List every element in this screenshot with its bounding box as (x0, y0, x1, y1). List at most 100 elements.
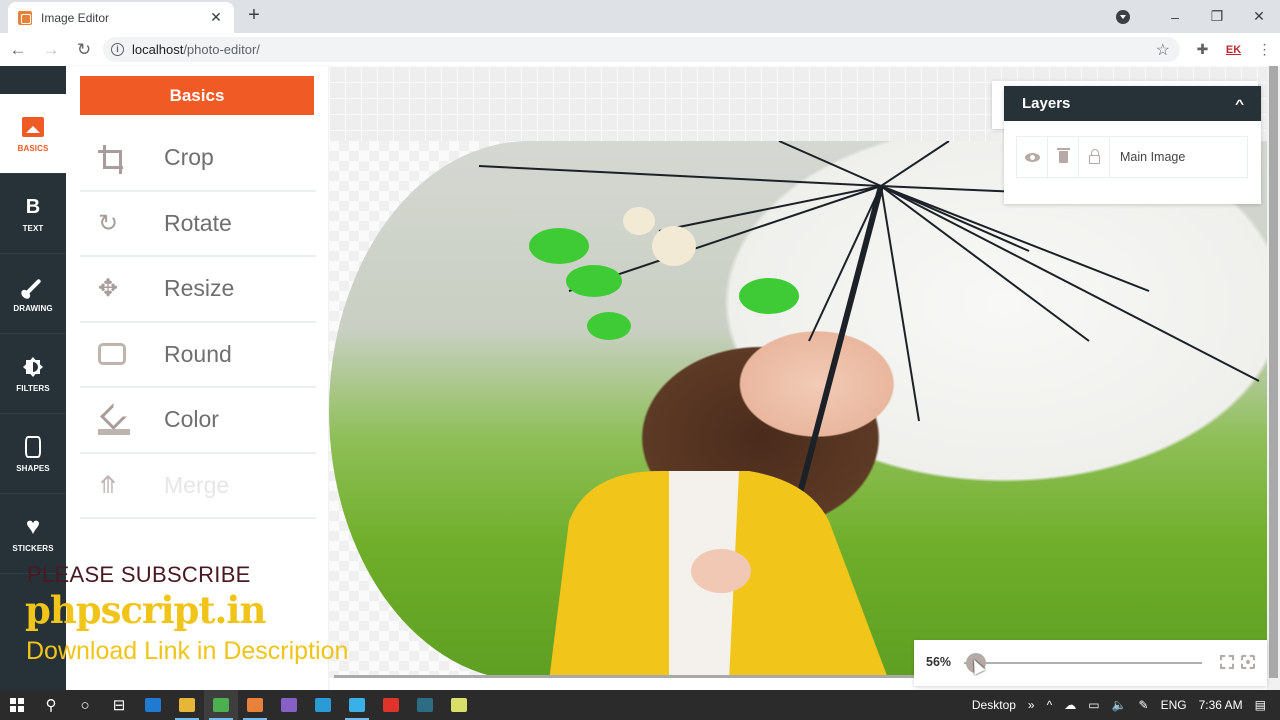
onedrive-icon[interactable]: ☁ (1064, 698, 1076, 712)
tool-rotate[interactable]: ↻ Rotate (80, 192, 316, 257)
taskbar-notepad[interactable] (442, 690, 476, 720)
taskbar-task-view[interactable]: ⊟ (102, 690, 136, 720)
lock-icon (1088, 149, 1100, 164)
notepad-icon (451, 698, 467, 712)
tool-label: Crop (164, 144, 214, 171)
toggle-visibility-button[interactable] (1017, 136, 1048, 178)
sidebar-item-label: DRAWING (13, 304, 53, 313)
taskbar-app-terminal[interactable] (408, 690, 442, 720)
eye-icon (1024, 152, 1040, 162)
sidebar-item-label: FILTERS (16, 384, 50, 393)
url-text: localhost/photo-editor/ (132, 42, 260, 57)
restore-button[interactable]: ❐ (1196, 8, 1238, 25)
collapse-chevron-icon[interactable]: ^ (1235, 97, 1244, 111)
clock[interactable]: 7:36 AM (1199, 698, 1243, 712)
ek-extension-icon[interactable]: EK (1218, 44, 1249, 56)
forward-button[interactable]: → (36, 40, 66, 60)
tool-resize[interactable]: ✥ Resize (80, 257, 316, 323)
crop-icon (98, 144, 124, 174)
url-path: /photo-editor/ (183, 42, 260, 57)
back-button[interactable]: ← (3, 40, 33, 60)
new-tab-button[interactable]: + (243, 4, 265, 27)
notifications-icon[interactable]: ▤ (1255, 698, 1266, 712)
taskbar-apps: ⚲ ○ ⊟ (34, 690, 476, 720)
sidebar-top-spacer (0, 66, 66, 94)
tool-label: Merge (164, 471, 230, 498)
taskbar-xampp[interactable] (238, 690, 272, 720)
actual-size-icon[interactable] (1241, 655, 1255, 669)
taskbar-chrome[interactable] (204, 690, 238, 720)
vertical-scrollbar-thumb[interactable] (1269, 66, 1278, 678)
edge-icon (145, 698, 161, 712)
tool-color[interactable]: Color (80, 388, 316, 454)
layers-panel: Layers ^ Main Image (1004, 86, 1261, 204)
close-tab-icon[interactable]: ✕ (208, 9, 224, 26)
sidebar-item-label: SHAPES (16, 464, 50, 473)
xampp-favicon-icon (18, 10, 32, 25)
layer-name: Main Image (1120, 150, 1186, 164)
sidebar-item-drawing[interactable]: DRAWING (0, 254, 66, 334)
taskbar-edge[interactable] (136, 690, 170, 720)
extensions-puzzle-icon[interactable]: ✚ (1187, 41, 1218, 58)
app-terminal-icon (417, 698, 433, 712)
sidebar-item-filters[interactable]: FILTERS (0, 334, 66, 414)
volume-icon[interactable]: 🔈 (1112, 698, 1127, 712)
taskbar-search[interactable]: ⚲ (34, 690, 68, 720)
reload-button[interactable]: ↻ (69, 40, 99, 60)
tool-label: Color (164, 406, 219, 433)
lock-layer-button[interactable] (1079, 136, 1110, 178)
taskbar-app-blue[interactable] (306, 690, 340, 720)
move-arrows-icon: ✥ (98, 275, 119, 303)
browser-menu-icon[interactable]: ⋮ (1249, 41, 1280, 58)
taskbar-camera-app[interactable] (340, 690, 374, 720)
windows-taskbar: ⚲ ○ ⊟ Desktop » ^ ☁ ▭ 🔈 ✎ ENG 7:36 AM ▤ (0, 690, 1280, 720)
browser-tab[interactable]: Image Editor ✕ (8, 2, 234, 33)
tool-crop[interactable]: Crop (80, 126, 316, 192)
desktop-toolbar-label[interactable]: Desktop (972, 698, 1016, 712)
start-button[interactable] (0, 690, 34, 720)
system-tray: Desktop » ^ ☁ ▭ 🔈 ✎ ENG 7:36 AM ▤ (972, 690, 1280, 720)
layer-item[interactable]: Main Image (1016, 136, 1248, 178)
browser-toolbar: ← → ↻ i localhost/photo-editor/ ☆ ✚ EK ⋮ (0, 33, 1280, 66)
url-host: localhost (132, 42, 184, 57)
tab-search-icon[interactable] (1116, 9, 1130, 24)
tray-overflow-icon[interactable]: ^ (1047, 698, 1053, 712)
taskbar-cortana[interactable]: ○ (68, 690, 102, 720)
taskbar-file-explorer[interactable] (170, 690, 204, 720)
filter-sun-icon (23, 357, 43, 377)
tool-label: Resize (164, 275, 235, 302)
battery-icon[interactable]: ▭ (1088, 698, 1099, 712)
main-image[interactable] (329, 141, 1267, 678)
heart-icon: ♥ (25, 513, 41, 540)
layers-header: Layers ^ (1004, 86, 1261, 121)
close-window-button[interactable]: ✕ (1238, 8, 1280, 25)
language-indicator[interactable]: ENG (1161, 698, 1187, 712)
bookmark-star-icon[interactable]: ☆ (1156, 40, 1170, 60)
sidebar-item-text[interactable]: B TEXT (0, 174, 66, 254)
tool-merge[interactable]: ⤊ Merge (80, 454, 316, 519)
site-info-icon[interactable]: i (111, 43, 124, 56)
taskbar-visual-studio[interactable] (272, 690, 306, 720)
zoom-slider-thumb[interactable] (965, 653, 986, 675)
zoom-slider[interactable] (964, 653, 1202, 675)
horizontal-scrollbar[interactable] (334, 675, 924, 678)
sidebar-item-label: BASICS (17, 144, 49, 153)
tool-round[interactable]: Round (80, 323, 316, 388)
pen-icon[interactable]: ✎ (1139, 698, 1149, 712)
taskbar-app-red[interactable] (374, 690, 408, 720)
file-explorer-icon (179, 698, 195, 712)
camera-app-icon (349, 698, 365, 712)
vertical-scrollbar[interactable] (1267, 66, 1280, 690)
zoom-value: 56% (926, 655, 952, 669)
photo-illustration (478, 141, 1260, 678)
sidebar-item-label: TEXT (22, 224, 44, 233)
delete-layer-button[interactable] (1048, 136, 1079, 178)
sidebar-item-shapes[interactable]: SHAPES (0, 414, 66, 494)
toolbar-expand-icon[interactable]: » (1028, 698, 1035, 712)
tab-title: Image Editor (41, 10, 110, 25)
sidebar-item-basics[interactable]: BASICS (0, 94, 66, 174)
address-bar[interactable]: i localhost/photo-editor/ ☆ (103, 37, 1180, 62)
fit-to-screen-icon[interactable] (1220, 655, 1234, 669)
panel-title: Basics (80, 76, 314, 115)
minimize-button[interactable]: – (1154, 9, 1196, 25)
